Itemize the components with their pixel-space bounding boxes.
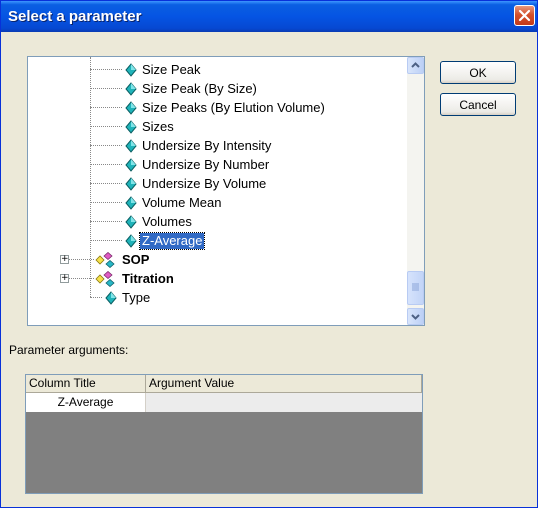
tree-line: [90, 202, 122, 203]
tree-item[interactable]: SOP: [94, 250, 151, 269]
chevron-up-icon: [411, 62, 420, 68]
diamond-param-icon: [125, 62, 137, 77]
tree-item[interactable]: Volumes: [122, 212, 194, 231]
tree-item[interactable]: Size Peak: [122, 60, 203, 79]
diamond-param-icon: [125, 157, 137, 172]
tree-line: [90, 126, 122, 127]
scroll-up-button[interactable]: [407, 57, 424, 74]
tree-item-label: Volumes: [142, 213, 192, 229]
cell-column-title: Z-Average: [26, 393, 146, 412]
diamond-param-icon: [125, 138, 137, 153]
tree-line: [90, 107, 122, 108]
tree-line: [90, 183, 122, 184]
tree-line: [90, 57, 91, 297]
tree-line: [90, 69, 122, 70]
grip-icon: [412, 283, 419, 291]
tree-item[interactable]: Type: [102, 288, 152, 307]
dialog-window: Select a parameter Size Peak Size Peak (B…: [0, 0, 538, 508]
tree-line: [90, 145, 122, 146]
tree-item-label: Titration: [122, 270, 174, 286]
tree-item-label: Size Peak: [142, 61, 201, 77]
diamond-param-icon: [125, 100, 137, 115]
tree-line: [90, 221, 122, 222]
tree-item-label: Undersize By Intensity: [142, 137, 272, 153]
tree-line: [90, 297, 102, 298]
tree-item[interactable]: Titration: [94, 269, 176, 288]
diamond-param-icon: [125, 119, 137, 134]
tree-line: [90, 88, 122, 89]
window-title: Select a parameter: [8, 8, 142, 25]
tree-item[interactable]: Undersize By Number: [122, 155, 271, 174]
column-header-argument[interactable]: Argument Value: [146, 375, 422, 393]
group-icon: [95, 270, 115, 287]
expand-toggle[interactable]: +: [60, 274, 69, 283]
tree-item-label: Undersize By Number: [142, 156, 270, 172]
ok-button[interactable]: OK: [440, 61, 516, 84]
cancel-button[interactable]: Cancel: [440, 93, 516, 116]
diamond-param-icon: [125, 195, 137, 210]
parameter-tree[interactable]: Size Peak Size Peak (By Size) Size Peaks (…: [27, 56, 425, 326]
diamond-param-icon: [125, 214, 137, 229]
close-button[interactable]: [514, 5, 535, 26]
close-icon: [518, 9, 531, 22]
arguments-grid[interactable]: Column Title Argument Value Z-Average: [25, 374, 423, 494]
tree-item-label: Sizes: [142, 118, 174, 134]
scroll-down-button[interactable]: [407, 308, 424, 325]
diamond-param-icon: [125, 81, 137, 96]
scroll-thumb[interactable]: [407, 271, 424, 305]
diamond-param-icon: [105, 290, 117, 305]
tree-scrollbar[interactable]: [407, 57, 424, 325]
parameter-arguments-label: Parameter arguments:: [9, 343, 129, 357]
tree-item[interactable]: Undersize By Volume: [122, 174, 268, 193]
tree-item-label: Volume Mean: [142, 194, 222, 210]
title-bar[interactable]: Select a parameter: [1, 1, 537, 32]
tree-line: [90, 240, 122, 241]
tree-item[interactable]: Z-Average: [122, 231, 206, 250]
column-header-title[interactable]: Column Title: [26, 375, 146, 393]
tree-item[interactable]: Volume Mean: [122, 193, 224, 212]
tree-item-label: Size Peaks (By Elution Volume): [142, 99, 325, 115]
cell-argument-value[interactable]: [146, 393, 422, 412]
tree-item-label: Size Peak (By Size): [142, 80, 257, 96]
tree-item-label: Undersize By Volume: [142, 175, 267, 191]
tree-item[interactable]: Size Peak (By Size): [122, 79, 259, 98]
expand-toggle[interactable]: +: [60, 255, 69, 264]
tree-item[interactable]: Undersize By Intensity: [122, 136, 273, 155]
tree-item[interactable]: Sizes: [122, 117, 176, 136]
tree-item-label: Z-Average: [138, 231, 206, 250]
grid-header: Column Title Argument Value: [26, 375, 422, 393]
tree-item[interactable]: Size Peaks (By Elution Volume): [122, 98, 327, 117]
group-icon: [95, 251, 115, 268]
diamond-param-icon: [125, 176, 137, 191]
diamond-param-icon: [125, 233, 137, 248]
tree-item-label: SOP: [122, 251, 150, 267]
table-row[interactable]: Z-Average: [26, 393, 422, 412]
tree-item-label: Type: [122, 289, 151, 305]
chevron-down-icon: [411, 314, 420, 320]
tree-line: [90, 164, 122, 165]
